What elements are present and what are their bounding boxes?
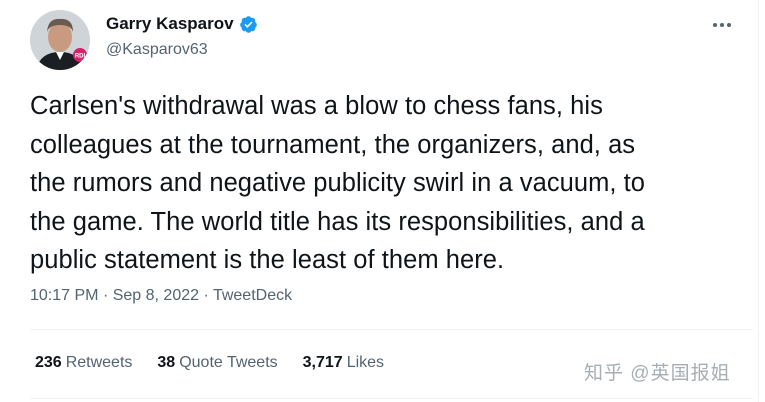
tweet-card: RDI Garry Kasparov @Kasparov63 Carlsen's… [0, 0, 765, 402]
meta-separator: · [102, 287, 109, 304]
avatar-badge-text: RDI [75, 54, 86, 60]
retweets-label: Retweets [65, 354, 133, 371]
retweets-stat[interactable]: 236 Retweets [35, 354, 132, 372]
tweet-source-link[interactable]: TweetDeck [213, 287, 292, 304]
tweet-text-line: the game. The world title has its respon… [30, 207, 645, 236]
tweet-text-line: colleagues at the tournament, the organi… [30, 130, 636, 159]
tweet-text-line: the rumors and negative publicity swirl … [30, 169, 646, 198]
right-border [758, 0, 759, 402]
quote-tweets-count: 38 [157, 354, 176, 371]
divider [30, 329, 753, 330]
retweets-count: 236 [35, 354, 62, 371]
more-horizontal-icon [713, 23, 731, 27]
author-display-name[interactable]: Garry Kasparov [106, 14, 234, 34]
verified-badge-icon [239, 15, 258, 34]
divider [30, 398, 753, 399]
author-handle[interactable]: @Kasparov63 [106, 41, 208, 59]
watermark: 知乎 @英国报姐 [584, 363, 731, 384]
engagement-stats: 236 Retweets 38 Quote Tweets 3,717 Likes [35, 354, 384, 372]
tweet-metadata: 10:17 PM · Sep 8, 2022 · TweetDeck [30, 287, 292, 305]
quote-tweets-label: Quote Tweets [179, 354, 278, 371]
tweet-text: Carlsen's withdrawal was a blow to chess… [30, 87, 745, 280]
more-options-button[interactable] [709, 12, 735, 38]
tweet-time: 10:17 PM [30, 287, 99, 304]
tweet-text-line: public statement is the least of them he… [30, 246, 505, 275]
avatar[interactable]: RDI [30, 10, 90, 70]
likes-count: 3,717 [302, 354, 343, 371]
likes-stat[interactable]: 3,717 Likes [303, 354, 384, 372]
tweet-text-line: Carlsen's withdrawal was a blow to chess… [30, 92, 603, 120]
likes-label: Likes [346, 354, 385, 371]
quote-tweets-stat[interactable]: 38 Quote Tweets [157, 354, 277, 372]
avatar-image: RDI [30, 10, 90, 70]
author-name-row: Garry Kasparov [106, 14, 258, 34]
tweet-timestamp-link[interactable]: 10:17 PM · Sep 8, 2022 [30, 287, 199, 304]
tweet-date: Sep 8, 2022 [112, 287, 200, 304]
meta-separator: · [203, 287, 209, 304]
